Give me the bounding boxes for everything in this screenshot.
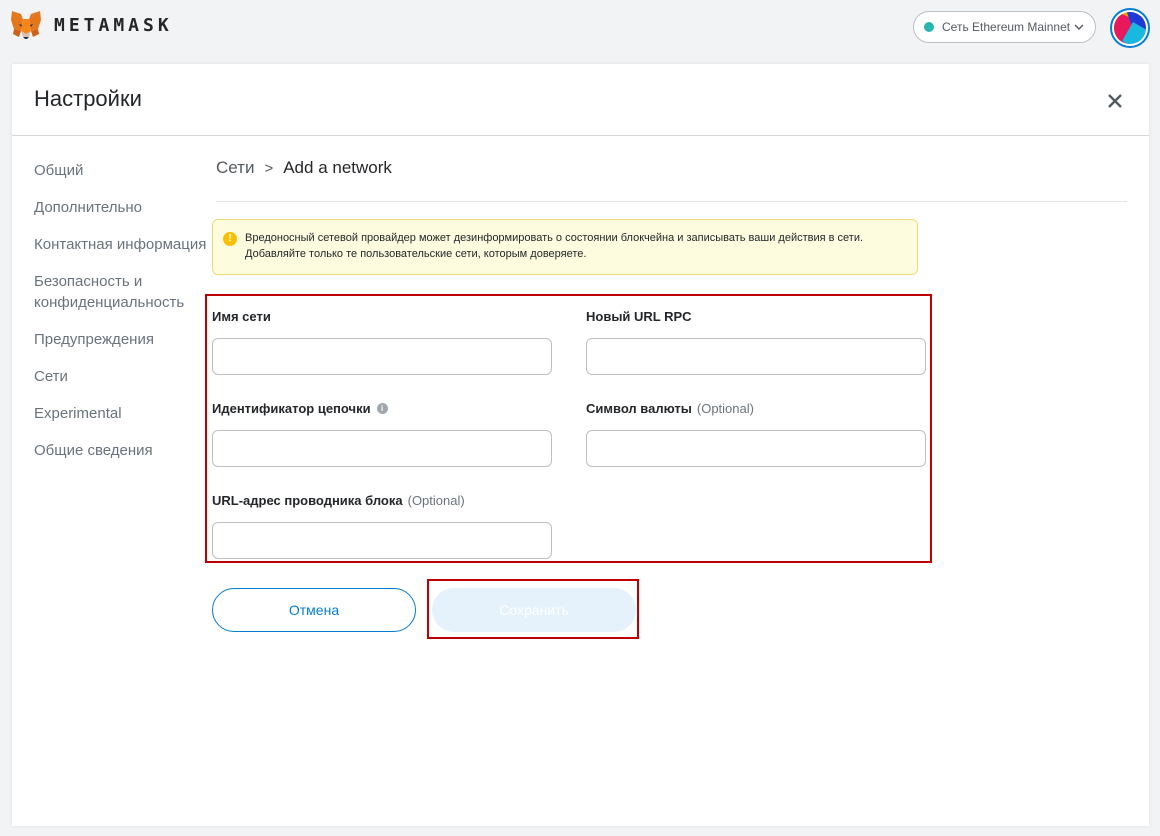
chain-id-input[interactable] (212, 430, 552, 467)
settings-sidebar: Общий Дополнительно Контактная информаци… (34, 160, 209, 477)
sidebar-item-advanced[interactable]: Дополнительно (34, 197, 209, 218)
close-icon[interactable] (1106, 92, 1124, 110)
warning-banner: ! Вредоносный сетевой провайдер может де… (212, 219, 918, 275)
account-avatar-button[interactable] (1110, 8, 1150, 48)
settings-header: Настройки (12, 64, 1149, 136)
brand-wordmark: METAMASK (54, 14, 173, 36)
breadcrumb-separator: > (264, 159, 274, 177)
settings-card: Настройки Общий Дополнительно Контактная… (12, 64, 1149, 826)
currency-symbol-field: Символ валюты (Optional) (586, 398, 926, 467)
optional-tag: (Optional) (407, 492, 465, 508)
breadcrumb: Сети > Add a network (216, 158, 392, 178)
rpc-url-label: Новый URL RPC (586, 308, 692, 324)
optional-tag: (Optional) (696, 400, 754, 416)
cancel-button[interactable]: Отмена (212, 588, 416, 632)
warning-icon: ! (223, 232, 237, 246)
network-selector[interactable]: Сеть Ethereum Mainnet (913, 11, 1096, 43)
block-explorer-input[interactable] (212, 522, 552, 559)
rpc-url-input[interactable] (586, 338, 926, 375)
sidebar-item-security[interactable]: Безопасность и конфиденциальность (34, 271, 209, 313)
highlight-box-save (427, 579, 639, 639)
sidebar-item-alerts[interactable]: Предупреждения (34, 329, 209, 350)
block-explorer-label: URL-адрес проводника блока (Optional) (212, 492, 465, 508)
network-status-dot (924, 22, 934, 32)
currency-symbol-input[interactable] (586, 430, 926, 467)
network-label: Сеть Ethereum Mainnet (942, 20, 1071, 34)
chevron-down-icon (1074, 24, 1084, 30)
rpc-url-field: Новый URL RPC (586, 306, 926, 375)
page-title: Настройки (34, 86, 142, 111)
breadcrumb-divider (216, 201, 1127, 202)
avatar (1114, 12, 1146, 44)
network-name-label: Имя сети (212, 308, 271, 324)
sidebar-item-contacts[interactable]: Контактная информация (34, 234, 209, 255)
warning-text: Вредоносный сетевой провайдер может дези… (245, 232, 864, 260)
sidebar-item-about[interactable]: Общие сведения (34, 440, 209, 461)
sidebar-item-networks[interactable]: Сети (34, 366, 209, 387)
sidebar-item-general[interactable]: Общий (34, 160, 209, 181)
metamask-logo[interactable]: METAMASK (10, 10, 173, 40)
network-name-field: Имя сети (212, 306, 552, 375)
breadcrumb-parent[interactable]: Сети (216, 158, 254, 178)
network-name-input[interactable] (212, 338, 552, 375)
breadcrumb-current: Add a network (283, 158, 392, 177)
block-explorer-field: URL-адрес проводника блока (Optional) (212, 490, 552, 559)
info-icon[interactable]: i (376, 402, 388, 414)
fox-icon (11, 11, 41, 39)
top-bar: METAMASK Сеть Ethereum Mainnet (0, 0, 1160, 60)
currency-symbol-label: Символ валюты (Optional) (586, 400, 754, 416)
chain-id-label: Идентификатор цепочки i (212, 398, 552, 418)
chain-id-field: Идентификатор цепочки i (212, 398, 552, 467)
sidebar-item-experimental[interactable]: Experimental (34, 403, 209, 424)
